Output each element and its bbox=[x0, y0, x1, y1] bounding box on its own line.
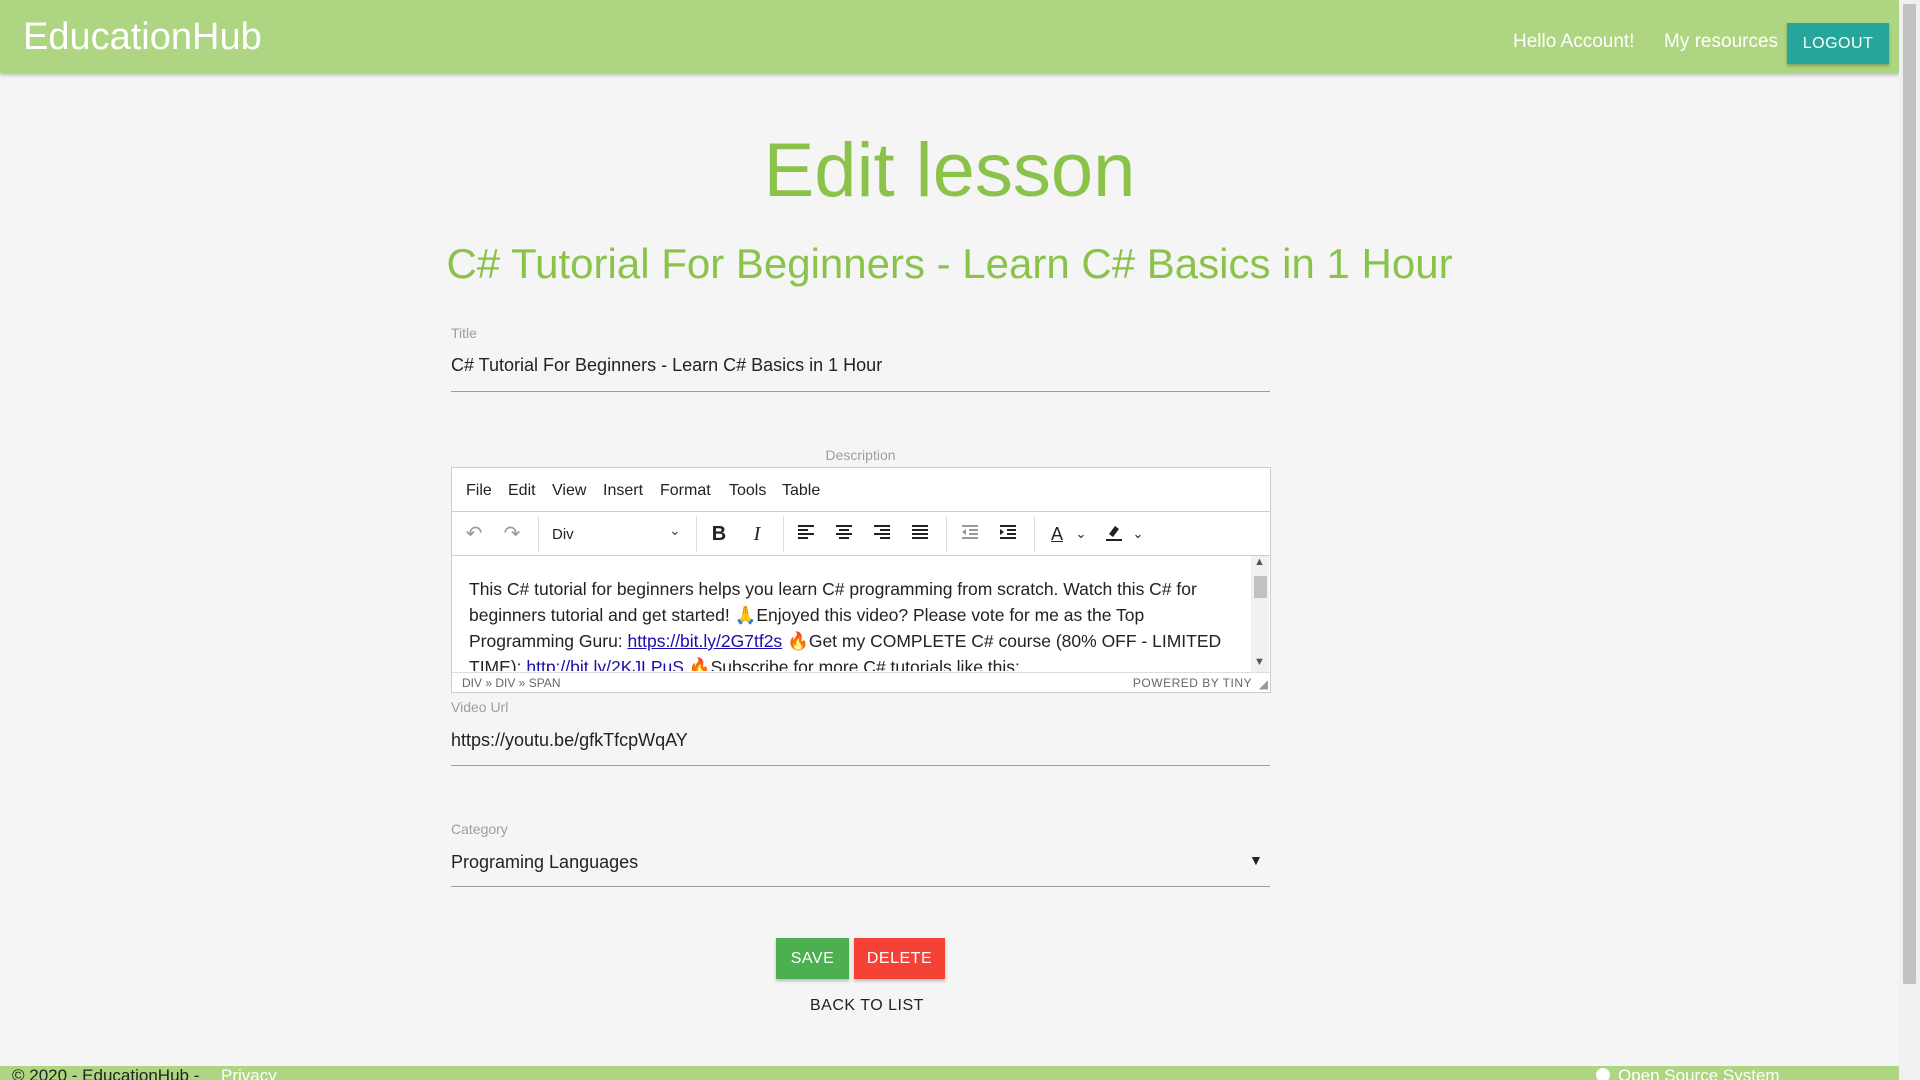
page-scrollbar-thumb[interactable] bbox=[1903, 4, 1916, 984]
highlight-color-icon[interactable] bbox=[1102, 522, 1126, 546]
course-link[interactable]: http://bit.ly/2KJLPuS bbox=[526, 657, 684, 671]
lesson-subtitle: C# Tutorial For Beginners - Learn C# Bas… bbox=[446, 240, 1453, 287]
save-button[interactable]: SAVE bbox=[776, 938, 849, 979]
editor-statusbar: DIV » DIV » SPAN POWERED BY TINY ◢ bbox=[452, 672, 1270, 693]
menu-file[interactable]: File bbox=[466, 482, 492, 500]
video-url-label: Video Url bbox=[451, 699, 509, 715]
video-url-underline bbox=[451, 765, 1270, 766]
chevron-down-icon[interactable]: ⌄ bbox=[1126, 522, 1150, 546]
editor-toolbar: ↶ ↷ Div ⌄ B I A ⌄ ⌄ bbox=[452, 512, 1270, 556]
category-label: Category bbox=[451, 821, 508, 837]
outdent-icon[interactable] bbox=[958, 522, 982, 546]
editor-paragraph: 🔥Subscribe for more C# tutorials like th… bbox=[683, 657, 1020, 671]
chevron-down-icon[interactable]: ⌄ bbox=[1069, 522, 1093, 546]
toolbar-separator bbox=[946, 516, 947, 552]
bold-icon[interactable]: B bbox=[707, 522, 731, 546]
back-to-list-link[interactable]: BACK TO LIST bbox=[810, 997, 924, 1015]
resize-handle-icon[interactable]: ◢ bbox=[1259, 677, 1268, 691]
footer-copyright: © 2020 - EducationHub - bbox=[12, 1066, 200, 1080]
undo-icon[interactable]: ↶ bbox=[462, 522, 486, 546]
privacy-link[interactable]: Privacy bbox=[221, 1066, 277, 1080]
delete-button[interactable]: DELETE bbox=[854, 938, 945, 979]
toolbar-separator bbox=[538, 516, 539, 552]
video-url-input[interactable]: https://youtu.be/gfkTfcpWqAY bbox=[451, 730, 688, 751]
indent-icon[interactable] bbox=[996, 522, 1020, 546]
redo-icon[interactable]: ↷ bbox=[500, 522, 524, 546]
editor-scrollbar-thumb[interactable] bbox=[1254, 576, 1267, 598]
vote-link[interactable]: https://bit.ly/2G7tf2s bbox=[628, 631, 783, 651]
powered-by-tiny[interactable]: POWERED BY TINY bbox=[1133, 676, 1252, 690]
menu-format[interactable]: Format bbox=[660, 482, 711, 500]
open-source-link[interactable]: Open Source System bbox=[1618, 1066, 1780, 1080]
toolbar-separator bbox=[1034, 516, 1035, 552]
scroll-up-icon[interactable]: ▲ bbox=[1254, 556, 1265, 568]
logout-button[interactable]: LOGOUT bbox=[1787, 23, 1889, 64]
category-select[interactable]: Programing Languages bbox=[451, 852, 638, 873]
scroll-down-icon[interactable]: ▼ bbox=[1254, 656, 1265, 668]
align-center-icon[interactable] bbox=[832, 522, 856, 546]
title-input[interactable]: C# Tutorial For Beginners - Learn C# Bas… bbox=[451, 355, 882, 376]
editor-content[interactable]: This C# tutorial for beginners helps you… bbox=[452, 556, 1249, 671]
align-justify-icon[interactable] bbox=[908, 522, 932, 546]
menu-view[interactable]: View bbox=[552, 482, 586, 500]
toolbar-separator bbox=[783, 516, 784, 552]
block-format-select[interactable]: Div bbox=[552, 526, 574, 543]
element-path[interactable]: DIV » DIV » SPAN bbox=[462, 676, 560, 690]
github-icon bbox=[1596, 1068, 1610, 1080]
dropdown-arrow-icon[interactable]: ▼ bbox=[1249, 852, 1263, 868]
menu-insert[interactable]: Insert bbox=[603, 482, 643, 500]
footer: © 2020 - EducationHub - Privacy Open Sou… bbox=[0, 1066, 1899, 1080]
title-label: Title bbox=[451, 325, 477, 341]
category-underline bbox=[451, 886, 1270, 887]
page-title: Edit lesson bbox=[763, 128, 1136, 213]
align-right-icon[interactable] bbox=[870, 522, 894, 546]
toolbar-separator bbox=[696, 516, 697, 552]
brand-logo[interactable]: EducationHub bbox=[23, 16, 262, 59]
editor-menubar: File Edit View Insert Format Tools Table bbox=[452, 468, 1270, 512]
title-underline bbox=[451, 391, 1270, 392]
my-resources-link[interactable]: My resources bbox=[1664, 31, 1778, 53]
menu-tools[interactable]: Tools bbox=[729, 482, 766, 500]
editor-scrollbar[interactable]: ▲ ▼ bbox=[1251, 556, 1269, 672]
hello-account-link[interactable]: Hello Account! bbox=[1513, 31, 1634, 53]
text-color-icon[interactable]: A bbox=[1045, 522, 1069, 546]
navbar: EducationHub Hello Account! My resources… bbox=[0, 0, 1899, 73]
menu-table[interactable]: Table bbox=[782, 482, 820, 500]
page-scrollbar[interactable] bbox=[1899, 0, 1920, 1080]
description-editor: File Edit View Insert Format Tools Table… bbox=[451, 467, 1271, 693]
editor-text[interactable]: This C# tutorial for beginners helps you… bbox=[469, 576, 1249, 671]
chevron-down-icon[interactable]: ⌄ bbox=[669, 522, 681, 539]
menu-edit[interactable]: Edit bbox=[508, 482, 536, 500]
description-label: Description bbox=[825, 447, 896, 463]
italic-icon[interactable]: I bbox=[745, 522, 769, 546]
align-left-icon[interactable] bbox=[794, 522, 818, 546]
